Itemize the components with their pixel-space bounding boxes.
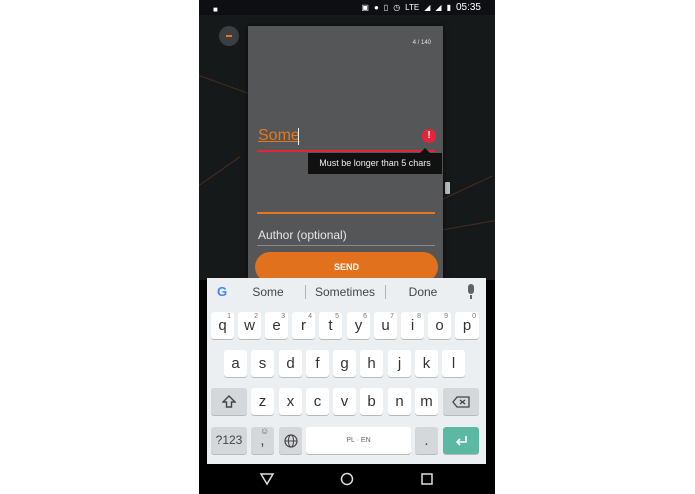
signal-icon-2: ◢ [435,3,442,12]
period-key[interactable]: . [415,427,438,454]
author-input-underline [257,245,435,246]
key-h[interactable]: h [360,350,383,377]
backspace-icon [452,396,470,408]
suggestion-3[interactable]: Done [393,278,453,306]
backspace-key[interactable] [443,388,479,415]
key-b[interactable]: b [360,388,383,415]
globe-key[interactable] [279,427,302,454]
key-q[interactable]: q1 [211,312,234,339]
navigation-bar [199,464,495,494]
error-tooltip: Must be longer than 5 chars [308,148,442,174]
mic-icon[interactable] [466,284,476,300]
key-p[interactable]: p0 [455,312,479,339]
drawer-handle[interactable] [445,182,450,194]
author-input[interactable]: Author (optional) [258,228,347,242]
location-icon: ● [373,3,379,12]
text-caret [298,128,299,145]
suggestion-strip: G Some Sometimes Done [207,278,486,306]
key-i[interactable]: i8 [401,312,424,339]
compass-icon[interactable] [219,26,239,46]
key-x[interactable]: x [279,388,302,415]
suggestion-2[interactable]: Sometimes [309,278,381,306]
key-j[interactable]: j [388,350,411,377]
key-t[interactable]: t5 [319,312,342,339]
symbols-key[interactable]: ?123 [211,427,247,454]
key-w[interactable]: w2 [238,312,261,339]
signal-icon: ◢ [424,3,431,12]
key-z[interactable]: z [251,388,274,415]
key-d[interactable]: d [279,350,302,377]
map-road [438,219,495,231]
key-m[interactable]: m [415,388,438,415]
enter-key[interactable] [443,427,479,454]
map-road [199,156,241,186]
suggestion-divider [305,285,306,299]
comma-key[interactable]: ☺ , [251,426,274,454]
google-icon[interactable]: G [215,285,229,299]
vibrate-icon: ▯ [383,3,389,12]
emoji-icon: ☺ [260,426,270,436]
char-counter: 4 / 140 [412,40,431,46]
shift-icon [221,395,237,408]
alarm-icon: ◷ [393,3,401,12]
phone-screen: ■ ▣ ● ▯ ◷ LTE ◢ ◢ ▮ 05:35 4 / 140 Some !… [199,0,495,494]
key-v[interactable]: v [333,388,356,415]
shift-key[interactable] [211,388,247,415]
key-c[interactable]: c [306,388,329,415]
suggestion-divider [385,285,386,299]
home-icon[interactable] [339,471,355,487]
status-bar: ■ ▣ ● ▯ ◷ LTE ◢ ◢ ▮ 05:35 [199,0,495,15]
error-icon[interactable]: ! [422,129,436,143]
key-r[interactable]: r4 [292,312,315,339]
key-y[interactable]: y6 [347,312,370,339]
message-input[interactable]: Some [258,127,300,145]
message-dialog: 4 / 140 Some ! Must be longer than 5 cha… [248,26,443,280]
field-underline [257,212,435,214]
key-o[interactable]: o9 [428,312,451,339]
key-g[interactable]: g [333,350,356,377]
key-k[interactable]: k [415,350,438,377]
key-s[interactable]: s [251,350,274,377]
recents-icon[interactable] [419,471,435,487]
space-key[interactable]: PL · EN [306,427,411,454]
key-u[interactable]: u7 [374,312,397,339]
back-icon[interactable] [259,471,275,487]
suggestion-1[interactable]: Some [241,278,295,306]
globe-icon [283,434,298,448]
cast-icon: ▣ [361,3,369,12]
clock: 05:35 [455,2,481,13]
key-f[interactable]: f [306,350,329,377]
key-n[interactable]: n [388,388,411,415]
key-l[interactable]: l [442,350,465,377]
enter-icon [455,436,467,446]
message-input-underline [257,150,435,152]
key-e[interactable]: e3 [265,312,288,339]
battery-icon: ▮ [446,3,451,12]
key-a[interactable]: a [224,350,247,377]
soft-keyboard: G Some Sometimes Done q1 w2 e3 r4 t5 y6 … [207,278,486,464]
network-type: LTE [405,3,420,12]
